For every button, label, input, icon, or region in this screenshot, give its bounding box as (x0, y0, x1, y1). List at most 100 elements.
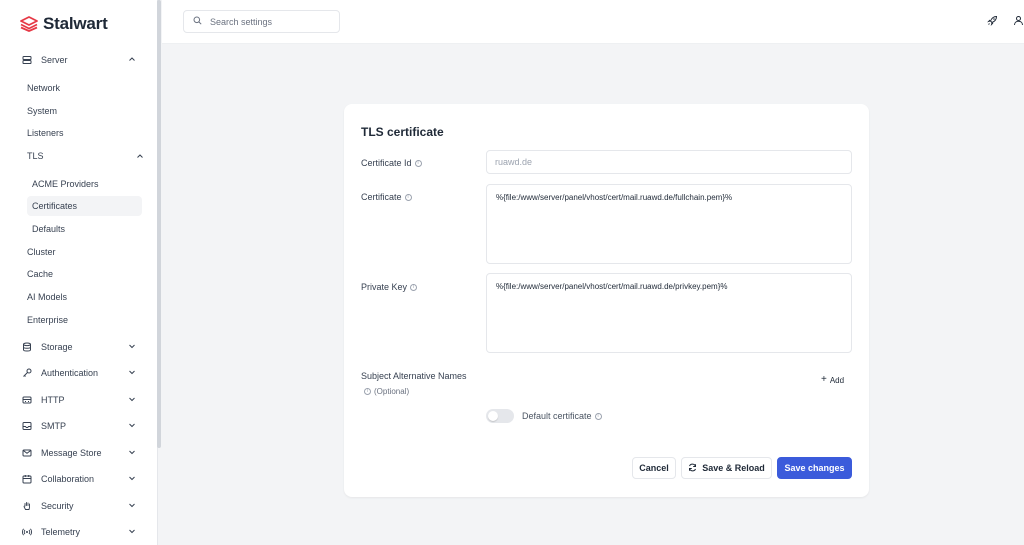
sidebar-group-http[interactable]: HTTP (10, 389, 144, 411)
search-icon (193, 16, 202, 27)
info-icon[interactable]: i (404, 193, 412, 201)
sidebar-item-tls[interactable]: TLS (22, 146, 144, 166)
topbar (162, 0, 1024, 44)
field-label-text: Certificate (361, 192, 402, 202)
chevron-down-icon (128, 527, 136, 537)
info-icon[interactable]: i (410, 283, 418, 291)
certificate-label: Certificate i (361, 192, 412, 202)
chevron-down-icon (128, 342, 136, 352)
chevron-up-icon (136, 152, 144, 162)
sidebar-group-label: Authentication (41, 368, 99, 378)
calendar-icon (22, 474, 32, 484)
private-key-textarea[interactable] (486, 273, 852, 353)
info-icon[interactable]: i (414, 159, 422, 167)
form-title: TLS certificate (361, 125, 444, 139)
inbox-icon (22, 421, 32, 431)
chevron-down-icon (128, 474, 136, 484)
sidebar-item-label: Network (27, 83, 61, 93)
sidebar-item-acme-providers[interactable]: ACME Providers (27, 174, 142, 194)
toggle-label-text: Default certificate (522, 411, 592, 421)
sidebar-group-telemetry[interactable]: Telemetry (10, 521, 144, 543)
sidebar-group-collaboration[interactable]: Collaboration (10, 468, 144, 490)
save-reload-button[interactable]: Save & Reload (681, 457, 772, 479)
sidebar-item-listeners[interactable]: Listeners (22, 123, 142, 143)
sidebar-item-label: Defaults (32, 224, 66, 234)
chevron-down-icon (128, 368, 136, 378)
logo[interactable]: Stalwart (20, 14, 108, 34)
sidebar-item-label: AI Models (27, 292, 68, 302)
sidebar-item-label: Listeners (27, 128, 64, 138)
chevron-down-icon (128, 501, 136, 511)
globe-icon (22, 395, 32, 405)
certificate-id-input[interactable] (486, 150, 852, 174)
sidebar-group-label: SMTP (41, 421, 67, 431)
optional-text: (Optional) (374, 387, 410, 396)
sidebar-item-label: System (27, 106, 58, 116)
chevron-up-icon (128, 55, 136, 65)
default-certificate-toggle[interactable] (486, 409, 514, 423)
key-icon (22, 368, 32, 378)
certificate-textarea[interactable] (486, 184, 852, 264)
sidebar-scrollbar[interactable] (157, 0, 161, 448)
info-icon[interactable]: i (364, 388, 371, 395)
cancel-button[interactable]: Cancel (632, 457, 676, 479)
mail-icon (22, 448, 32, 458)
chevron-down-icon (128, 421, 136, 431)
sidebar-group-message-store[interactable]: Message Store (10, 442, 144, 464)
sidebar-item-cache[interactable]: Cache (22, 264, 142, 284)
sidebar-group-label: HTTP (41, 395, 65, 405)
default-certificate-label: Default certificate i (522, 411, 602, 421)
sidebar-item-label: TLS (27, 151, 44, 161)
sidebar-item-defaults[interactable]: Defaults (27, 219, 142, 239)
sidebar-group-label: Security (41, 501, 74, 511)
sidebar-group-label: Message Store (41, 448, 102, 458)
sidebar-item-network[interactable]: Network (22, 78, 142, 98)
search-input[interactable] (210, 16, 320, 27)
sidebar-item-label: Certificates (32, 201, 78, 211)
sidebar-item-ai-models[interactable]: AI Models (22, 287, 142, 307)
certificate-id-label: Certificate Id i (361, 158, 422, 168)
database-icon (22, 342, 32, 352)
sidebar-item-label: Enterprise (27, 315, 69, 325)
sidebar-group-authentication[interactable]: Authentication (10, 362, 144, 384)
toggle-knob (488, 411, 498, 421)
app-name: Stalwart (43, 14, 108, 33)
tls-certificate-form: TLS certificate Certificate Id i Certifi… (344, 104, 869, 497)
stalwart-logo-icon (20, 16, 38, 32)
sidebar-group-server[interactable]: Server (10, 49, 144, 71)
san-label: Subject Alternative Names (361, 371, 467, 381)
plus-icon: + (821, 374, 827, 385)
sidebar-group-label: Storage (41, 342, 73, 352)
sidebar-group-security[interactable]: Security (10, 495, 144, 517)
save-changes-button[interactable]: Save changes (777, 457, 852, 479)
sidebar-item-label: Cache (27, 269, 54, 279)
info-icon[interactable]: i (594, 412, 602, 420)
sidebar-group-storage[interactable]: Storage (10, 336, 144, 358)
button-label: Save & Reload (702, 463, 765, 473)
rocket-icon[interactable] (987, 15, 998, 28)
sidebar-group-label: Telemetry (41, 527, 81, 537)
sidebar-group-label: Collaboration (41, 474, 95, 484)
sidebar-item-enterprise[interactable]: Enterprise (22, 310, 142, 330)
sidebar-item-label: Cluster (27, 247, 56, 257)
private-key-label: Private Key i (361, 282, 418, 292)
chevron-down-icon (128, 448, 136, 458)
button-label: Save changes (784, 463, 845, 473)
san-optional-hint: i (Optional) (364, 387, 409, 396)
add-san-button[interactable]: + Add (816, 372, 849, 388)
field-label-text: Certificate Id (361, 158, 412, 168)
sidebar-item-certificates[interactable]: Certificates (27, 196, 142, 216)
button-label: Cancel (639, 463, 669, 473)
user-icon[interactable] (1013, 15, 1024, 28)
sidebar-group-label: Server (41, 55, 68, 65)
add-button-label: Add (829, 375, 845, 385)
sidebar-item-cluster[interactable]: Cluster (22, 242, 142, 262)
refresh-icon (688, 463, 697, 474)
sidebar: Stalwart Server Network System Listeners… (0, 0, 158, 545)
hand-icon (22, 501, 32, 511)
search-box[interactable] (183, 10, 340, 33)
server-icon (22, 55, 32, 65)
field-label-text: Subject Alternative Names (361, 371, 467, 381)
sidebar-item-system[interactable]: System (22, 101, 142, 121)
sidebar-group-smtp[interactable]: SMTP (10, 415, 144, 437)
